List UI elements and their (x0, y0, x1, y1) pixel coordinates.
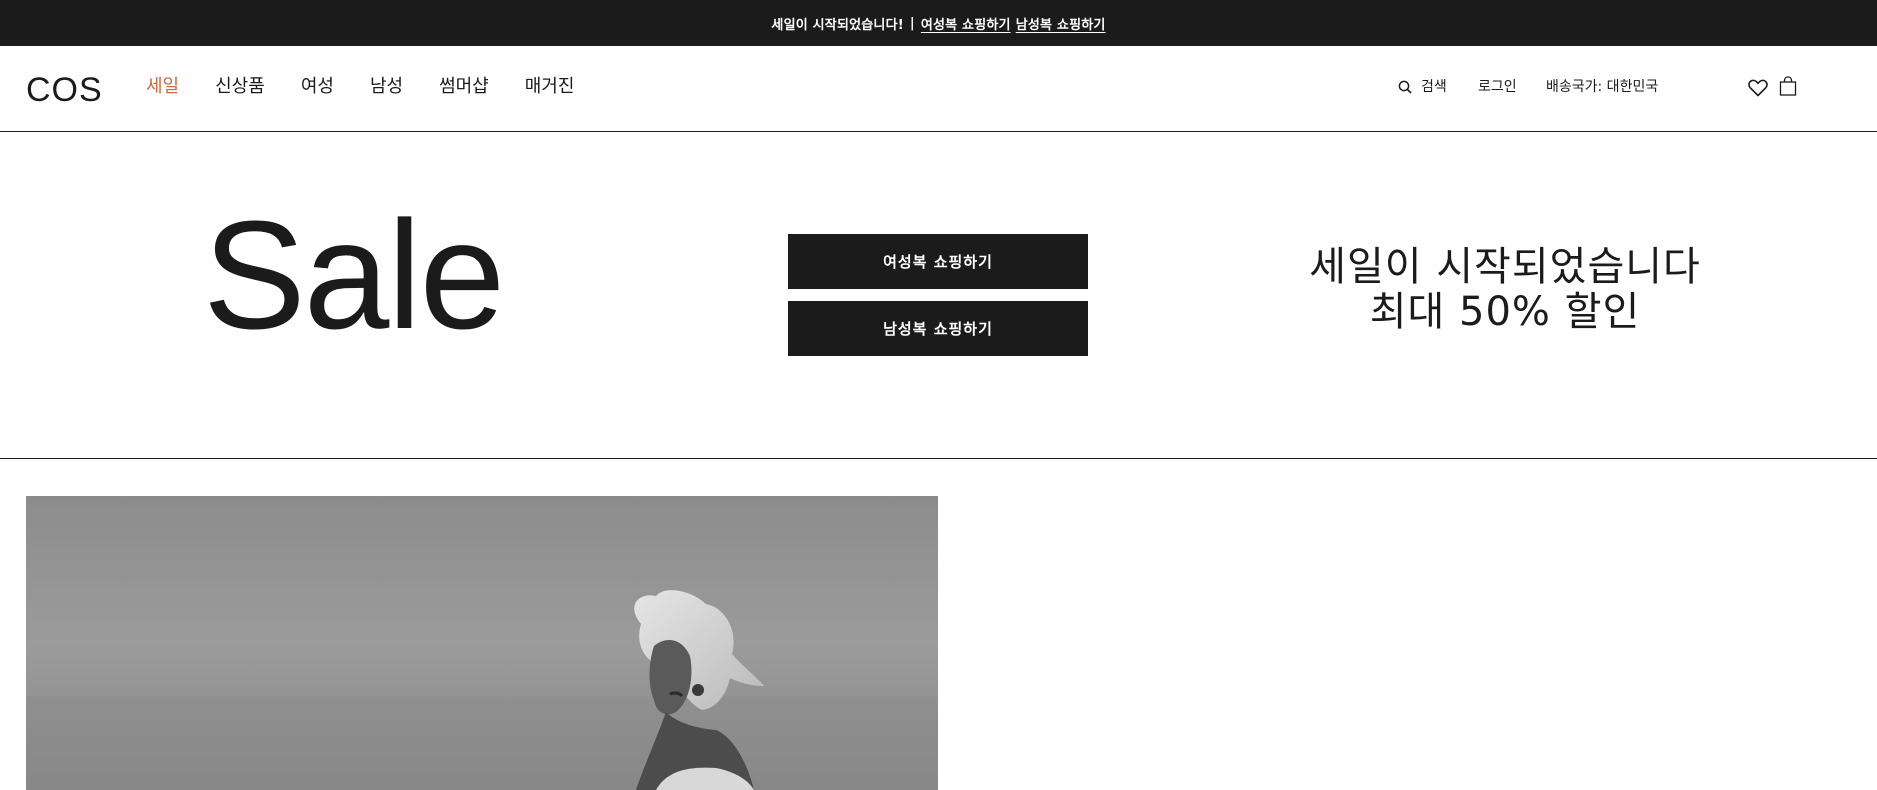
model-photo-illustration (26, 496, 938, 790)
announcement-text: 세일이 시작되었습니다! (771, 17, 904, 33)
shop-women-button[interactable]: 여성복 쇼핑하기 (788, 234, 1088, 289)
nav-item-sale[interactable]: 세일 (146, 78, 179, 96)
hero-title: Sale (203, 189, 505, 361)
login-link[interactable]: 로그인 (1478, 80, 1517, 94)
search-icon (1398, 80, 1412, 94)
hero-headline-line1: 세일이 시작되었습니다 (1309, 244, 1701, 290)
hero-headline-line2: 최대 50% 할인 (1369, 289, 1641, 335)
site-header: COS 세일 신상품 여성 남성 썸머샵 매거진 검색 로그인 배송국가: 대한… (0, 46, 1877, 132)
sale-hero: Sale 여성복 쇼핑하기 남성복 쇼핑하기 세일이 시작되었습니다 최대 50… (0, 132, 1877, 459)
announcement-link-women[interactable]: 여성복 쇼핑하기 (921, 14, 1011, 33)
nav-item-magazine[interactable]: 매거진 (525, 78, 575, 96)
heart-icon[interactable] (1748, 79, 1768, 97)
nav-item-new-arrivals[interactable]: 신상품 (215, 78, 265, 96)
main-nav: 세일 신상품 여성 남성 썸머샵 매거진 (146, 78, 610, 96)
cos-logo[interactable]: COS (26, 73, 103, 107)
shipping-country-selector[interactable]: 배송국가: 대한민국 (1546, 80, 1658, 94)
campaign-image[interactable] (26, 496, 938, 790)
search-button[interactable]: 검색 (1398, 80, 1447, 94)
nav-item-women[interactable]: 여성 (301, 78, 334, 96)
nav-item-summer-shop[interactable]: 썸머샵 (439, 78, 489, 96)
nav-item-men[interactable]: 남성 (370, 78, 403, 96)
announcement-link-men[interactable]: 남성복 쇼핑하기 (1016, 14, 1106, 33)
announcement-separator: | (909, 15, 915, 31)
hero-headline: 세일이 시작되었습니다 최대 50% 할인 (1240, 245, 1770, 335)
announcement-bar: 세일이 시작되었습니다! | 여성복 쇼핑하기 남성복 쇼핑하기 (0, 0, 1877, 46)
shopping-bag-icon[interactable] (1779, 76, 1797, 96)
search-label: 검색 (1421, 79, 1447, 95)
shop-men-button[interactable]: 남성복 쇼핑하기 (788, 301, 1088, 356)
